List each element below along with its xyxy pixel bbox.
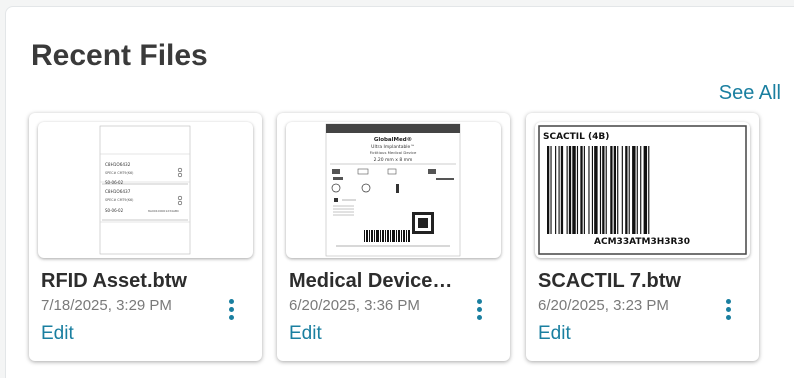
barcode-bar — [605, 146, 607, 234]
label-line: 2.20 mm x 8 mm — [374, 157, 413, 163]
barcode-bar — [602, 146, 605, 234]
more-vertical-icon[interactable] — [723, 299, 733, 323]
barcode-bar — [648, 146, 650, 234]
barcode-bar — [621, 146, 623, 234]
barcode-bar — [632, 146, 636, 234]
label-line: SPEC# CMT9(K6) — [105, 198, 133, 202]
barcode-bar — [588, 146, 590, 234]
label-line: GlobalMed® — [374, 137, 412, 143]
label-line: S0-06-02 — [105, 180, 124, 185]
label-line: 8A00100001234ABC — [148, 209, 179, 213]
barcode-bar — [568, 146, 572, 234]
more-vertical-icon[interactable] — [226, 299, 236, 323]
file-date: 7/18/2025, 3:29 PM — [41, 297, 172, 314]
file-date: 6/20/2025, 3:23 PM — [538, 297, 669, 314]
barcode-bar — [576, 146, 579, 234]
edit-link[interactable]: Edit — [538, 323, 571, 345]
more-vertical-icon[interactable] — [474, 299, 484, 323]
file-thumbnail[interactable]: SCACTIL (4B) ACM33ATM3H3R30 — [535, 122, 750, 258]
file-card-medical-device[interactable]: GlobalMed® Ultra Implantable™ Fictitious… — [277, 113, 510, 361]
barcode-bar — [636, 146, 638, 234]
file-card-scactil[interactable]: SCACTIL (4B) ACM33ATM3H3R30 SCACTIL 7.bt… — [526, 113, 759, 361]
file-name: Medical Device… — [289, 270, 453, 292]
label-line: S0-06-02 — [105, 208, 124, 213]
label-line: ACM33ATM3H3R30 — [594, 237, 690, 247]
label-line: Fictitious Medical Device — [370, 150, 417, 155]
see-all-link[interactable]: See All — [719, 82, 781, 105]
label-line: SPEC# CMT9(K6) — [105, 171, 133, 175]
file-thumbnail[interactable]: GlobalMed® Ultra Implantable™ Fictitious… — [286, 122, 501, 258]
barcode-bar — [643, 146, 648, 234]
rfid-label-preview: C8H1O6432 SPEC# CMT9(K6) S0-06-02 C8H1O6… — [99, 125, 191, 255]
edit-link[interactable]: Edit — [289, 323, 322, 345]
barcode-bar — [555, 146, 557, 234]
barcode-bar — [613, 146, 616, 234]
label-line: SCACTIL (4B) — [543, 132, 609, 142]
barcode-bar — [599, 146, 602, 234]
barcode-label-preview: SCACTIL (4B) ACM33ATM3H3R30 — [538, 125, 747, 255]
label-line: C8H1O6432 — [105, 162, 131, 167]
barcode-bar — [558, 146, 560, 234]
file-date: 6/20/2025, 3:36 PM — [289, 297, 420, 314]
barcode-bar — [610, 146, 613, 234]
file-name: RFID Asset.btw — [41, 270, 187, 292]
barcode-bar — [594, 146, 598, 234]
medical-label-preview: GlobalMed® Ultra Implantable™ Fictitious… — [325, 123, 461, 257]
label-line: C8H1O6437 — [105, 189, 131, 194]
barcode-bar — [617, 146, 619, 234]
edit-link[interactable]: Edit — [41, 323, 74, 345]
barcode-bar — [560, 146, 564, 234]
barcode-bar — [566, 146, 568, 234]
barcode-bar — [580, 146, 583, 234]
barcode-bar — [547, 146, 550, 234]
barcode-bar — [625, 146, 628, 234]
barcode-bar — [583, 146, 585, 234]
barcode-bar — [572, 146, 576, 234]
barcode-bar — [640, 146, 642, 234]
file-thumbnail[interactable]: C8H1O6432 SPEC# CMT9(K6) S0-06-02 C8H1O6… — [38, 122, 253, 258]
barcode-bar — [550, 146, 552, 234]
panel-title: Recent Files — [31, 39, 208, 72]
file-name: SCACTIL 7.btw — [538, 270, 681, 292]
barcode-bar — [628, 146, 630, 234]
file-card-rfid-asset[interactable]: C8H1O6432 SPEC# CMT9(K6) S0-06-02 C8H1O6… — [29, 113, 262, 361]
barcode-bar — [591, 146, 593, 234]
